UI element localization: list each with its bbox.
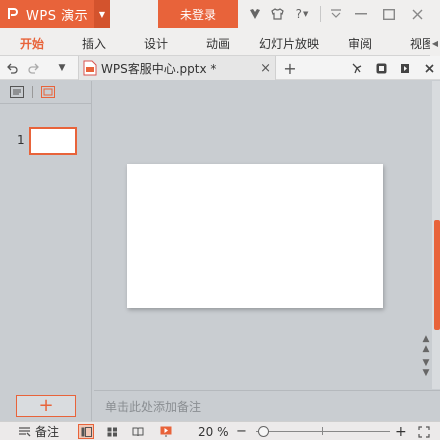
document-tab[interactable]: WPS客服中心.pptx * × <box>78 56 276 80</box>
window-controls: ? ▼ <box>244 0 431 28</box>
tab-design[interactable]: 设计 <box>144 30 168 56</box>
zoom-slider-tick <box>322 427 323 435</box>
fit-window-icon[interactable] <box>418 422 430 440</box>
notes-pane[interactable]: 单击此处添加备注 <box>94 390 440 420</box>
skin-icon[interactable] <box>244 0 266 28</box>
slide-number: 1 <box>17 133 25 147</box>
zoom-in-button[interactable]: + <box>395 422 407 440</box>
zoom-out-button[interactable]: − <box>236 422 247 440</box>
redo-icon[interactable] <box>24 56 44 80</box>
pptx-file-icon <box>83 60 97 76</box>
close-icon[interactable] <box>403 0 431 28</box>
scrollbar-thumb[interactable] <box>434 220 440 330</box>
reading-view-icon[interactable] <box>130 424 146 439</box>
format-painter-icon[interactable] <box>346 56 368 80</box>
outline-view-icon[interactable] <box>8 85 26 99</box>
pane-divider <box>0 103 92 104</box>
toolbar-divider <box>320 6 321 22</box>
slide-canvas[interactable] <box>127 164 383 308</box>
notes-label: 备注 <box>35 425 60 439</box>
document-tab-bar: ▼ WPS客服中心.pptx * × + <box>0 56 440 80</box>
more-tools-icon[interactable] <box>418 56 440 80</box>
ribbon-scroll-icon[interactable]: ◀ <box>430 30 440 56</box>
sorter-view-icon[interactable] <box>104 424 120 439</box>
login-button[interactable]: 未登录 <box>158 0 238 28</box>
app-menu-dropdown[interactable]: ▼ <box>94 0 110 28</box>
notes-placeholder: 单击此处添加备注 <box>105 400 202 414</box>
status-bar: 备注 20 % − + <box>0 421 440 440</box>
pane-view-tabs <box>0 81 92 103</box>
page-nav-arrows[interactable]: ▲ ▲ ▼ ▼ <box>419 334 433 378</box>
minimize-icon[interactable] <box>347 0 375 28</box>
pane-tab-divider <box>32 86 33 98</box>
shirt-icon[interactable] <box>266 0 288 28</box>
normal-view-icon[interactable] <box>78 424 94 439</box>
title-bar: WPS 演示 ▼ 未登录 ? ▼ <box>0 0 440 30</box>
tab-insert[interactable]: 插入 <box>82 30 106 56</box>
tab-slideshow[interactable]: 幻灯片放映 <box>259 30 319 56</box>
play-icon[interactable] <box>394 56 416 80</box>
prev-slide-icon[interactable]: ▲ ▲ <box>419 334 433 354</box>
document-title: WPS客服中心.pptx * <box>101 61 217 76</box>
slide-layout-icon[interactable] <box>370 56 392 80</box>
notes-toggle-button[interactable]: 备注 <box>18 422 59 440</box>
app-name: WPS 演示 <box>26 8 89 24</box>
app-menu-button[interactable]: WPS 演示 <box>0 0 94 28</box>
zoom-slider-track[interactable] <box>256 431 390 432</box>
undo-icon[interactable] <box>2 56 22 80</box>
ribbon-toggle-icon[interactable] <box>325 0 347 28</box>
tab-review[interactable]: 审阅 <box>348 30 372 56</box>
dropdown-icon: ▼ <box>98 9 106 19</box>
zoom-slider-knob[interactable] <box>258 426 269 437</box>
close-tab-icon[interactable]: × <box>260 56 271 80</box>
ribbon-tabs: 开始 插入 设计 动画 幻灯片放映 审阅 视图 ◀ <box>0 30 440 56</box>
zoom-level[interactable]: 20 % <box>198 422 229 440</box>
slides-view-icon[interactable] <box>39 85 57 99</box>
notes-icon <box>18 426 31 437</box>
maximize-icon[interactable] <box>375 0 403 28</box>
slideshow-icon[interactable] <box>158 424 174 439</box>
help-icon[interactable]: ? ▼ <box>288 0 316 28</box>
tab-animation[interactable]: 动画 <box>206 30 230 56</box>
new-tab-button[interactable]: + <box>280 56 300 80</box>
add-slide-button[interactable]: + <box>16 395 76 417</box>
next-slide-icon[interactable]: ▼ ▼ <box>419 358 433 378</box>
tab-home[interactable]: 开始 <box>20 30 44 56</box>
more-icon[interactable]: ▼ <box>52 56 72 80</box>
wps-logo-icon <box>6 7 20 21</box>
slide-thumbnail[interactable] <box>29 127 77 155</box>
wps-presentation-window: WPS 演示 ▼ 未登录 ? ▼ 开始 插入 设计 动画 幻灯片放映 审阅 视图… <box>0 0 440 440</box>
